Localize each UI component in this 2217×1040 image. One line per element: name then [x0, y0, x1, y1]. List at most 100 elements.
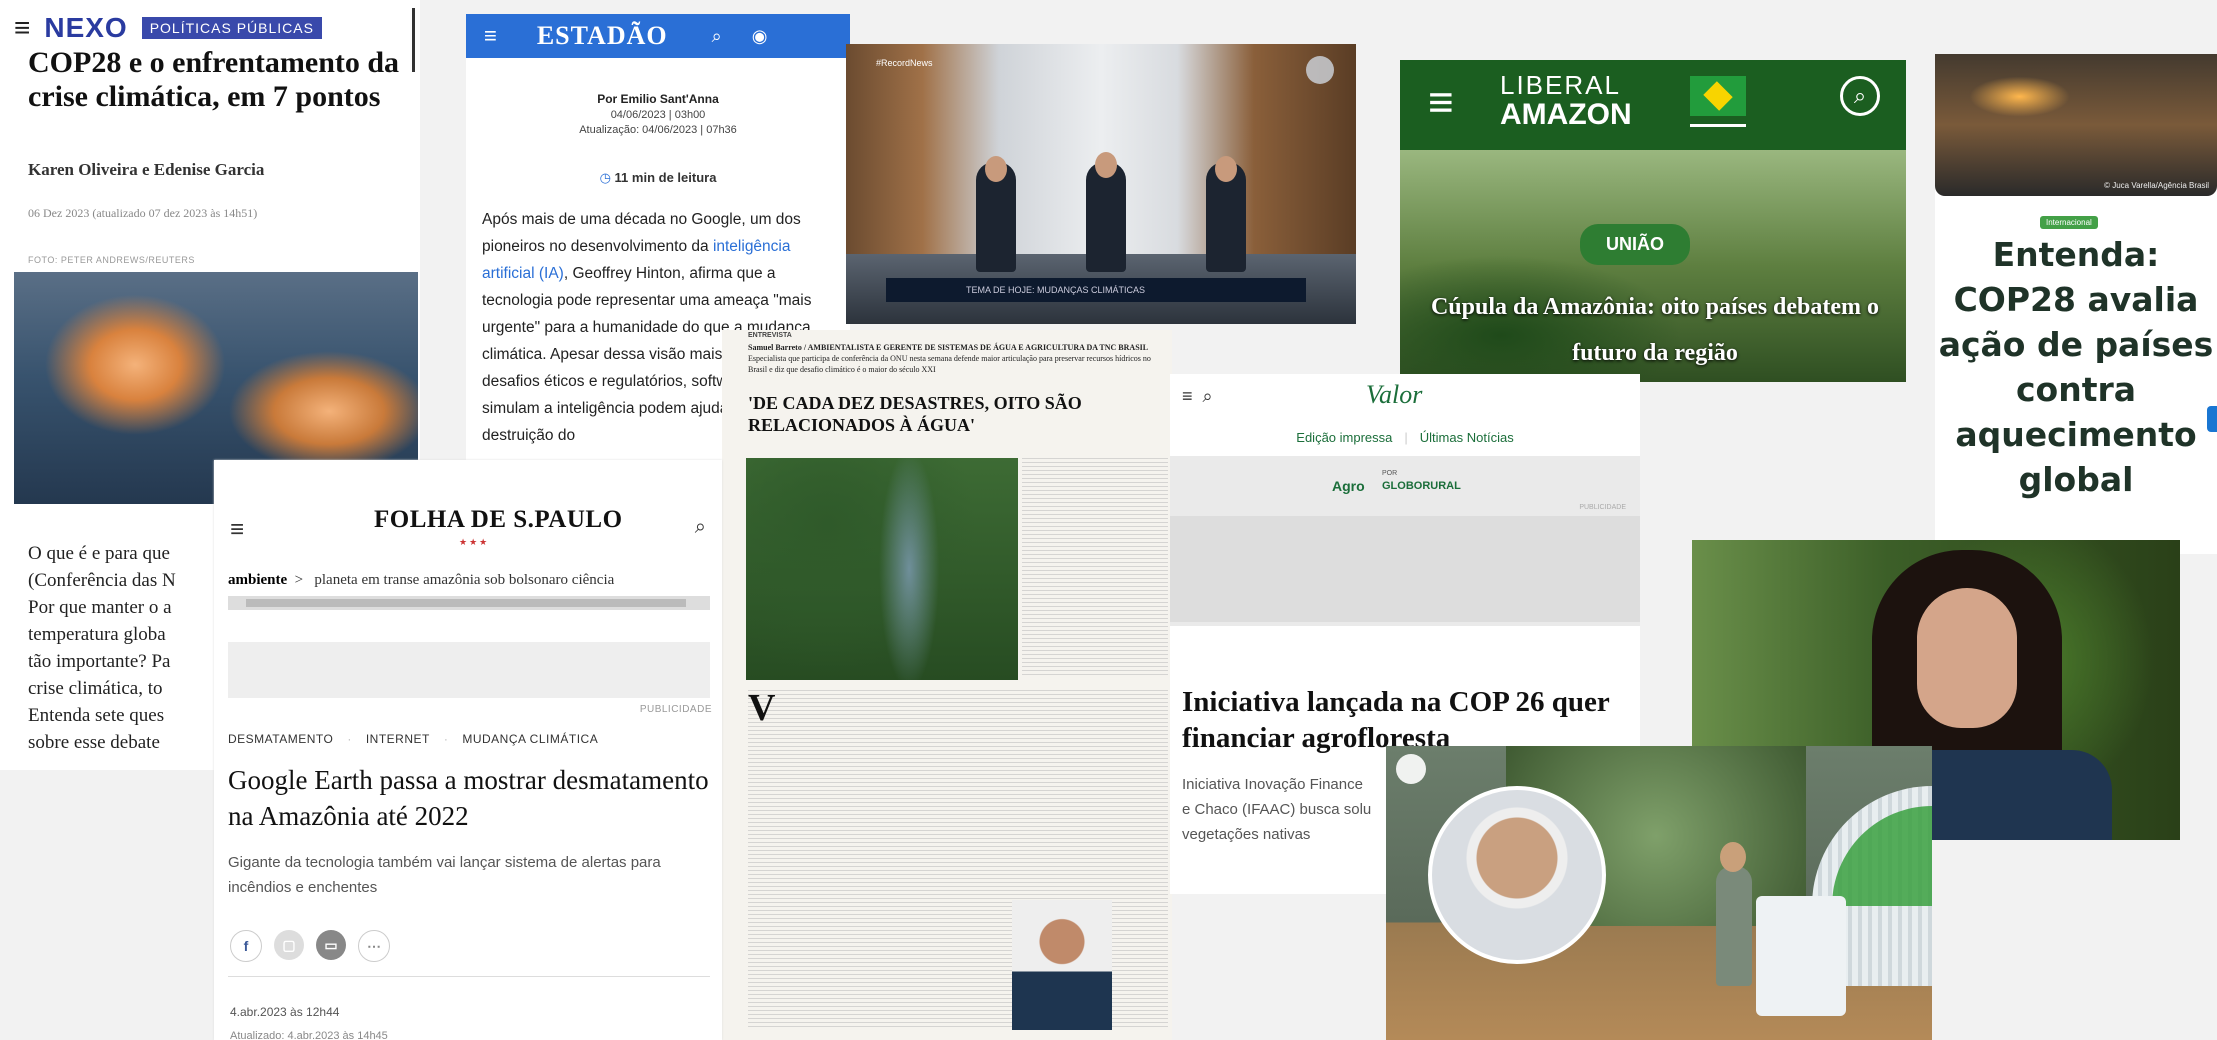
- search-icon[interactable]: ⌕: [1203, 386, 1213, 406]
- presenter-head: [985, 156, 1007, 182]
- nav-item-ambiente[interactable]: ambiente: [228, 572, 287, 588]
- ad-label: PUBLICIDADE: [639, 704, 712, 715]
- headline: 'DE CADA DEZ DESASTRES, OITO SÃO RELACIO…: [748, 393, 1082, 435]
- logo-line1[interactable]: LIBERAL: [1500, 70, 1621, 101]
- interviewee-name: Samuel Barreto / AMBIENTALISTA E GERENTE…: [748, 343, 1149, 352]
- estadao-logo[interactable]: ESTADÃO: [537, 21, 668, 51]
- publish-date: 4.abr.2023 às 12h44: [230, 1005, 340, 1019]
- record-news-video[interactable]: #RecordNews TEMA DE HOJE: MUDANÇAS CLIMÁ…: [846, 44, 1356, 324]
- divider: [412, 8, 415, 72]
- more-icon[interactable]: ⋯: [358, 930, 390, 962]
- lower-third: TEMA DE HOJE: MUDANÇAS CLIMÁTICAS: [886, 278, 1306, 302]
- liberal-header: ≡ LIBERAL AMAZON ⌕: [1400, 60, 1906, 150]
- article-date: 06 Dez 2023 (atualizado 07 dez 2023 às 1…: [28, 206, 258, 220]
- share-bar: f ▢ ▭ ⋯: [230, 930, 390, 962]
- publish-date: 04/06/2023 | 03h00: [610, 109, 706, 121]
- article-subtitle: Gigante da tecnologia também vai lançar …: [228, 854, 661, 896]
- menu-icon[interactable]: ≡: [484, 23, 497, 49]
- nav-items[interactable]: planeta em transe amazônia sob bolsonaro…: [314, 572, 614, 588]
- separator: ·: [347, 732, 352, 746]
- divider: [228, 976, 710, 977]
- headline[interactable]: Entenda: COP28 avalia ação de países con…: [1935, 232, 2217, 502]
- article-title: Google Earth passa a mostrar desmatament…: [228, 765, 709, 831]
- headline[interactable]: Cúpula da Amazônia: oito países debatem …: [1420, 284, 1890, 376]
- subtitle-line: Iniciativa Inovação Finance: [1182, 776, 1363, 793]
- chevron-right-icon: >: [290, 572, 311, 588]
- article-authors: Karen Oliveira e Edenise Garcia: [28, 160, 265, 179]
- remote-guest-window: [1428, 786, 1606, 964]
- update-date: Atualização: 04/06/2023 | 07h36: [579, 124, 737, 136]
- photo-credit: FOTO: PETER ANDREWS/REUTERS: [28, 255, 195, 265]
- estadao-header: ≡ ESTADÃO ⌕ ◉: [466, 14, 850, 58]
- latest-news-link[interactable]: Últimas Notícias: [1420, 430, 1514, 445]
- print-edition-link[interactable]: Edição impressa: [1296, 430, 1392, 445]
- search-icon[interactable]: ⌕: [695, 516, 706, 539]
- folha-logo[interactable]: FOLHA DE S.PAULO: [374, 506, 623, 534]
- agro-label[interactable]: Agro: [1332, 478, 1365, 494]
- industrial-photo: © Juca Varella/Agência Brasil: [1935, 54, 2217, 196]
- flag-underline: [1690, 124, 1746, 127]
- subtitle-line: e Chaco (IFAAC) busca solu: [1182, 801, 1372, 818]
- side-tab[interactable]: [2207, 406, 2217, 432]
- logo-stars: ★★★: [459, 537, 490, 547]
- ad-label: PUBLICIDADE: [1579, 504, 1626, 511]
- menu-icon[interactable]: ≡: [14, 12, 30, 44]
- studio-video[interactable]: [1386, 746, 1932, 1040]
- valor-links: Edição impressa | Últimas Notícias: [1170, 430, 1640, 445]
- liberal-amazon-card: ≡ LIBERAL AMAZON ⌕ UNIÃO Cúpula da Amazô…: [1400, 60, 1906, 382]
- logo-line2[interactable]: AMAZON: [1500, 98, 1632, 132]
- interviewee-desc: Especialista que participa de conferênci…: [748, 354, 1151, 374]
- entenda-card: © Juca Varella/Agência Brasil Internacio…: [1935, 54, 2217, 554]
- category-badge[interactable]: Internacional: [2040, 216, 2098, 229]
- comment-icon[interactable]: ▭: [316, 930, 346, 960]
- ad-slot[interactable]: [1170, 516, 1640, 622]
- menu-icon[interactable]: ≡: [1428, 78, 1454, 128]
- section-label: ENTREVISTA: [748, 332, 792, 339]
- update-date: Atualizado: 4.abr.2023 às 14h45: [230, 1030, 388, 1040]
- subtitle: Iniciativa Inovação Finance e Chaco (IFA…: [1182, 772, 1392, 847]
- bookmark-icon[interactable]: ▢: [274, 930, 304, 960]
- guest-head: [1095, 152, 1117, 178]
- read-time-label: 11 min de leitura: [614, 170, 717, 185]
- drop-cap: V: [748, 687, 776, 729]
- scrollbar-thumb[interactable]: [246, 599, 686, 607]
- channel-tag: #RecordNews: [876, 58, 933, 68]
- channel-logo-icon: [1396, 754, 1426, 784]
- valor-toolbar: ≡ ⌕: [1182, 386, 1213, 407]
- facebook-icon[interactable]: f: [230, 930, 262, 962]
- tag-mudanca-climatica[interactable]: MUDANÇA CLIMÁTICA: [462, 732, 598, 746]
- clock-icon: ◷: [599, 170, 615, 185]
- menu-icon[interactable]: ≡: [230, 516, 244, 544]
- nexo-header: ≡ NEXO POLÍTICAS PÚBLICAS: [14, 12, 322, 44]
- text-columns: [1022, 458, 1168, 678]
- tag-internet[interactable]: INTERNET: [366, 732, 430, 746]
- anchor-head: [1720, 842, 1746, 872]
- category-pill[interactable]: UNIÃO: [1580, 224, 1690, 265]
- guest: [1086, 162, 1126, 272]
- byline: Por Emilio Sant'Anna: [597, 92, 719, 106]
- interviewee: Samuel Barreto / AMBIENTALISTA E GERENTE…: [748, 342, 1168, 375]
- globorural-logo[interactable]: GLOBORURAL: [1382, 480, 1461, 492]
- newspaper-clipping: ENTREVISTA Samuel Barreto / AMBIENTALIST…: [722, 330, 1172, 1040]
- section-badge[interactable]: POLÍTICAS PÚBLICAS: [141, 17, 322, 39]
- nexo-logo[interactable]: NEXO: [44, 12, 127, 44]
- user-icon[interactable]: ◉: [752, 26, 768, 47]
- tag-desmatamento[interactable]: DESMATAMENTO: [228, 732, 333, 746]
- speaker-face: [1917, 588, 2017, 728]
- search-icon[interactable]: ⌕: [1840, 76, 1880, 116]
- article-title: COP28 e o enfrentamento da crise climáti…: [28, 46, 400, 113]
- valor-logo[interactable]: Valor: [1366, 380, 1422, 410]
- river-photo: [746, 458, 1018, 680]
- photo-credit: © Juca Varella/Agência Brasil: [2104, 181, 2209, 190]
- search-icon[interactable]: ⌕: [712, 26, 722, 47]
- separator: ·: [443, 732, 449, 746]
- subtitle-line: vegetações nativas: [1182, 826, 1311, 843]
- guest-head: [1215, 156, 1237, 182]
- nav-scrollbar[interactable]: [228, 596, 710, 610]
- brazil-flag-icon[interactable]: [1690, 76, 1746, 116]
- read-time: ◷ 11 min de leitura: [466, 170, 850, 186]
- menu-icon[interactable]: ≡: [1182, 386, 1193, 406]
- section-nav: ambiente > planeta em transe amazônia so…: [228, 572, 614, 589]
- ad-slot[interactable]: [228, 642, 710, 698]
- tag-list: DESMATAMENTO · INTERNET · MUDANÇA CLIMÁTICA: [228, 732, 598, 746]
